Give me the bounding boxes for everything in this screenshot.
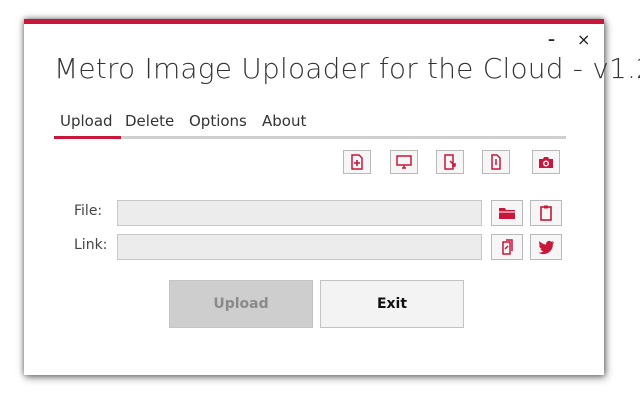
- new-file-button[interactable]: [343, 150, 371, 174]
- app-window: – × Metro Image Uploader for the Cloud -…: [24, 19, 640, 375]
- exit-button[interactable]: Exit: [320, 280, 464, 328]
- folder-icon: [499, 208, 515, 219]
- tab-about[interactable]: About: [262, 112, 306, 130]
- file-label: File:: [74, 203, 103, 219]
- tab-options[interactable]: Options: [189, 112, 247, 130]
- tab-delete[interactable]: Delete: [125, 112, 174, 130]
- monitor-icon: [396, 155, 412, 169]
- tab-active-indicator: [54, 136, 121, 139]
- twitter-icon: [538, 240, 554, 255]
- upload-file-button[interactable]: [482, 150, 510, 174]
- screenshot-region-icon: [444, 154, 456, 170]
- new-file-icon: [351, 154, 363, 170]
- upload-button[interactable]: Upload: [169, 280, 313, 328]
- screen-capture-button[interactable]: [390, 150, 418, 174]
- close-button[interactable]: ×: [577, 30, 590, 49]
- upload-file-icon: [491, 154, 501, 170]
- tab-underline: [54, 136, 566, 139]
- link-field[interactable]: [117, 234, 482, 260]
- tab-upload[interactable]: Upload: [60, 112, 113, 130]
- webcam-button[interactable]: [532, 150, 560, 174]
- window-title: Metro Image Uploader for the Cloud - v1.…: [54, 52, 640, 85]
- copy-link-icon: [502, 239, 513, 255]
- region-capture-button[interactable]: [436, 150, 464, 174]
- browse-folder-button[interactable]: [491, 200, 523, 226]
- camera-icon: [539, 157, 553, 168]
- paste-clipboard-button[interactable]: [530, 200, 562, 226]
- copy-link-button[interactable]: [491, 234, 523, 260]
- share-twitter-button[interactable]: [530, 234, 562, 260]
- clipboard-icon: [540, 205, 552, 221]
- link-label: Link:: [74, 237, 108, 253]
- minimize-button[interactable]: –: [548, 32, 555, 48]
- file-field[interactable]: [117, 200, 482, 226]
